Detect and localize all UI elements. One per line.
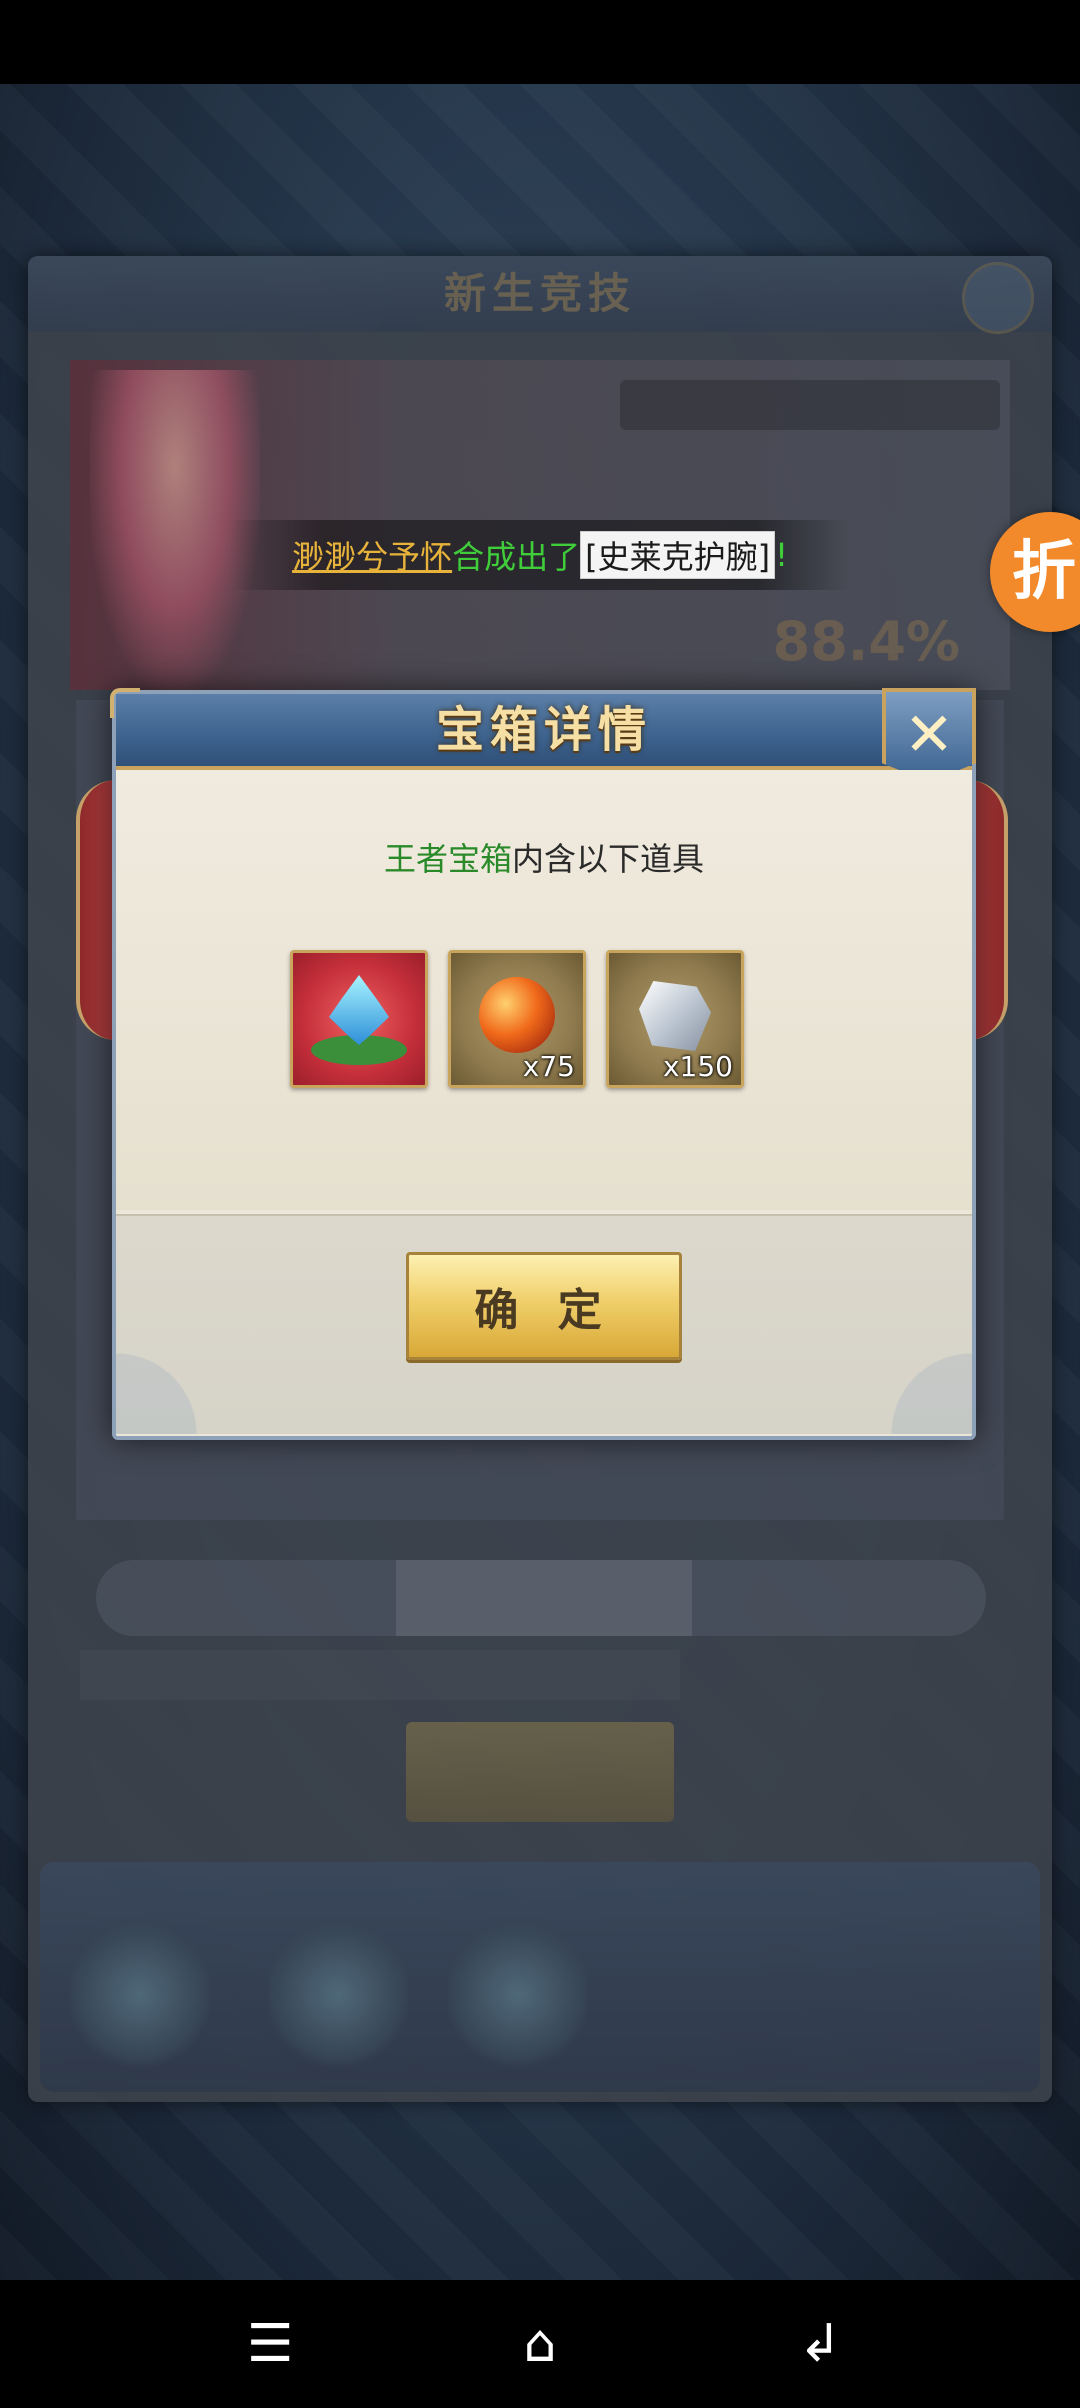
announcement-marquee: 渺渺兮予怀 合成出了 [史莱克护腕] ! (230, 520, 850, 590)
system-nav-bar: ☰ ⌂ ↲ (0, 2280, 1080, 2408)
back-icon (70, 1920, 210, 2070)
background-timer (620, 380, 1000, 430)
status-bar (0, 0, 1080, 84)
stage-icon (268, 1920, 408, 2070)
silver-ore-icon (639, 981, 711, 1051)
chest-details-dialog: 宝箱详情 ✕ 王者宝箱内含以下道具 x75 x150 确 定 (110, 688, 976, 1440)
background-note (80, 1650, 680, 1700)
marquee-item-name[interactable]: [史莱克护腕] (580, 531, 776, 579)
background-go-button (406, 1722, 674, 1822)
confirm-button[interactable]: 确 定 (406, 1252, 682, 1360)
reward-item[interactable]: x150 (606, 950, 744, 1088)
dialog-footer: 确 定 (116, 1214, 972, 1434)
background-tab-active (396, 1560, 692, 1636)
chest-description-text: 内含以下道具 (512, 840, 705, 878)
menu-icon[interactable]: ☰ (230, 2304, 310, 2384)
chest-name: 王者宝箱 (383, 840, 512, 878)
close-button[interactable]: ✕ (882, 688, 976, 782)
home-icon[interactable]: ⌂ (500, 2304, 580, 2384)
marquee-action: 合成出了 (452, 538, 581, 576)
item-count: x150 (662, 1050, 733, 1083)
stage-icon (448, 1920, 588, 2070)
background-percent: 88.4% (772, 610, 960, 673)
red-orb-icon (479, 977, 555, 1053)
background-close-button (962, 262, 1034, 334)
back-icon[interactable]: ↲ (780, 2304, 860, 2384)
blue-lotus-gem-icon (329, 975, 389, 1045)
marquee-player-name[interactable]: 渺渺兮予怀 (292, 532, 452, 578)
reward-item[interactable]: x75 (448, 950, 586, 1088)
reward-item[interactable] (290, 950, 428, 1088)
marquee-suffix: ! (775, 536, 788, 574)
close-icon: ✕ (903, 700, 955, 770)
chest-description: 王者宝箱内含以下道具 (116, 834, 972, 880)
item-count: x75 (522, 1050, 575, 1083)
dialog-title: 宝箱详情 (435, 702, 652, 758)
background-panel-title: 新生竞技 (28, 256, 1052, 332)
